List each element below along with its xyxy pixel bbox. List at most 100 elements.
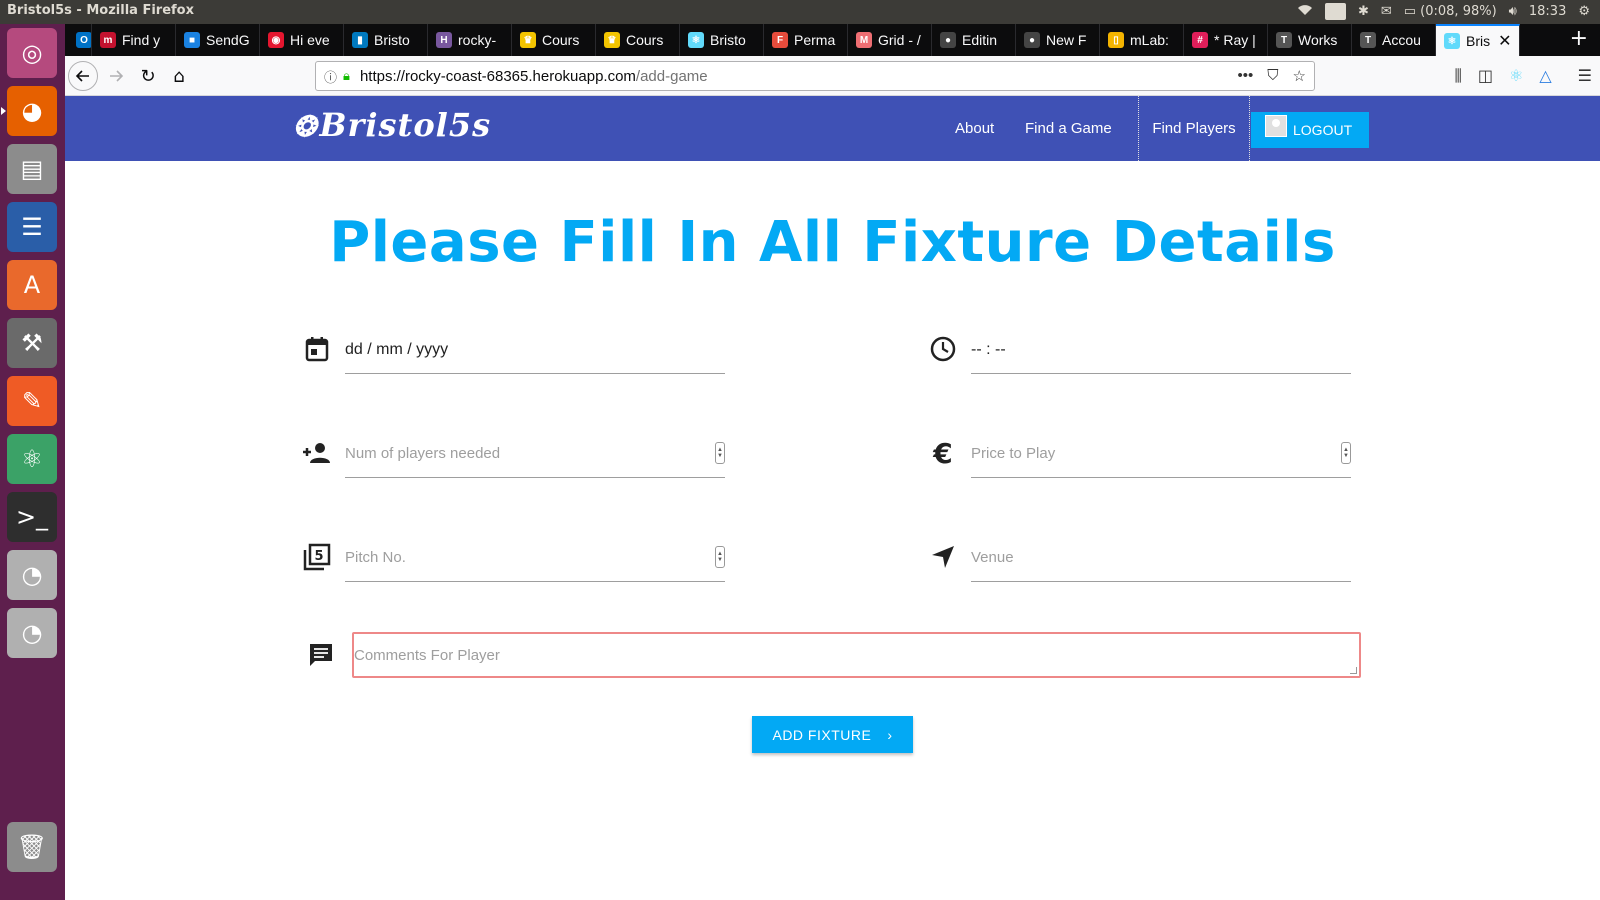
- browser-tab[interactable]: ● New F: [1016, 24, 1100, 56]
- time-field: -- : --: [928, 326, 1358, 376]
- tab-label: SendG: [206, 32, 250, 48]
- tab-label: Find y: [122, 32, 161, 48]
- euro-icon: €: [933, 436, 953, 470]
- postman-icon[interactable]: ✎: [7, 376, 57, 426]
- react-devtools-icon[interactable]: ⚛: [1509, 66, 1523, 86]
- keyboard-layout-indicator[interactable]: En: [1325, 3, 1346, 20]
- browser-tab[interactable]: O: [68, 24, 92, 56]
- tab-favicon-icon: m: [100, 32, 116, 48]
- mail-icon[interactable]: ✉: [1381, 4, 1392, 19]
- settings-gear-icon[interactable]: ⚙: [1578, 4, 1590, 19]
- library-icon[interactable]: ⫼: [1455, 66, 1462, 86]
- ubuntu-launcher: ◎ ◕ ▤ ☰ A ⚒ ✎ ⚛ >_ ◔ ◔ 🗑︎: [0, 24, 65, 900]
- files-icon[interactable]: ▤: [7, 144, 57, 194]
- price-placeholder: Price to Play: [971, 445, 1056, 462]
- nav-link-find-a-game[interactable]: Find a Game: [1025, 96, 1112, 161]
- new-tab-icon[interactable]: +: [1570, 26, 1588, 51]
- disk-icon-1[interactable]: ◔: [7, 550, 57, 600]
- writer-icon[interactable]: ☰: [7, 202, 57, 252]
- extension-icon[interactable]: △: [1539, 66, 1551, 86]
- battery-indicator[interactable]: ▭ (0:08, 98%): [1404, 4, 1497, 19]
- browser-tab[interactable]: Hrocky-: [428, 24, 512, 56]
- tab-favicon-icon: ▮: [352, 32, 368, 48]
- tab-label: Bristo: [710, 32, 746, 48]
- info-icon[interactable]: ⓘ: [324, 67, 337, 86]
- ubuntu-dash-icon[interactable]: ◎: [7, 28, 57, 78]
- home-icon[interactable]: ⌂: [164, 61, 194, 91]
- wifi-icon[interactable]: [1297, 4, 1313, 20]
- logout-button[interactable]: Logout: [1251, 112, 1369, 148]
- browser-tab[interactable]: T Works: [1268, 24, 1352, 56]
- software-center-icon[interactable]: A: [7, 260, 57, 310]
- page-title: Please Fill In All Fixture Details: [329, 210, 1336, 275]
- price-input[interactable]: Price to Play ▲ ▼: [971, 430, 1351, 478]
- browser-tab[interactable]: ⚛ Bristo: [680, 24, 764, 56]
- browser-tab[interactable]: ● Editin: [932, 24, 1016, 56]
- nav-link-find-players[interactable]: Find Players: [1138, 96, 1250, 161]
- players-placeholder: Num of players needed: [345, 445, 501, 462]
- disk-icon-2[interactable]: ◔: [7, 608, 57, 658]
- back-arrow-icon[interactable]: [68, 61, 98, 91]
- trash-icon[interactable]: 🗑︎: [7, 822, 57, 872]
- clock[interactable]: 18:33: [1529, 4, 1566, 19]
- tab-label: Editin: [962, 32, 998, 48]
- browser-tab[interactable]: ■ SendG: [176, 24, 260, 56]
- browser-tab[interactable]: ♛ Cours: [512, 24, 596, 56]
- browser-tab[interactable]: M Grid - /: [848, 24, 932, 56]
- tab-favicon-icon: ●: [940, 32, 956, 48]
- tab-label: rocky-: [458, 32, 497, 48]
- players-field: Num of players needed ▲ ▼: [302, 430, 732, 480]
- date-input[interactable]: dd / mm / yyyy: [345, 326, 725, 374]
- price-spinner[interactable]: ▲ ▼: [1341, 442, 1351, 464]
- url-bar[interactable]: ⓘ 🔒︎ https://rocky-coast-68365.herokuapp…: [315, 61, 1315, 91]
- tab-label: * Ray |: [1214, 32, 1256, 48]
- atom-icon[interactable]: ⚛: [7, 434, 57, 484]
- browser-tab[interactable]: ▯ mLab:: [1100, 24, 1184, 56]
- sidebar-icon[interactable]: ◫: [1478, 66, 1493, 86]
- pitch-spinner[interactable]: ▲ ▼: [715, 546, 725, 568]
- battery-text: (0:08, 98%): [1420, 4, 1497, 19]
- pitch-number-input[interactable]: Pitch No. ▲ ▼: [345, 534, 725, 582]
- bluetooth-icon[interactable]: ✱: [1358, 4, 1369, 19]
- bookmark-star-icon[interactable]: ☆: [1293, 67, 1306, 85]
- comments-textarea[interactable]: Comments For Player: [352, 632, 1361, 678]
- tab-favicon-icon: F: [772, 32, 788, 48]
- browser-tab[interactable]: ▮ Bristo: [344, 24, 428, 56]
- browser-tab[interactable]: ◉ Hi eve: [260, 24, 344, 56]
- browser-tab[interactable]: # * Ray |: [1184, 24, 1268, 56]
- menu-hamburger-icon[interactable]: ☰: [1578, 66, 1592, 86]
- forward-arrow-icon[interactable]: [101, 61, 131, 91]
- system-settings-icon[interactable]: ⚒: [7, 318, 57, 368]
- players-spinner[interactable]: ▲ ▼: [715, 442, 725, 464]
- time-input[interactable]: -- : --: [971, 326, 1351, 374]
- browser-tab[interactable]: ⚛ Bris ✕: [1436, 24, 1520, 56]
- chevron-right-icon: ›: [887, 726, 893, 743]
- add-fixture-button[interactable]: Add Fixture ›: [752, 716, 913, 753]
- tab-favicon-icon: ▯: [1108, 32, 1124, 48]
- tab-label: Cours: [626, 32, 664, 48]
- site-logo[interactable]: ❂Bristol5s: [293, 106, 491, 144]
- page-actions-icon[interactable]: •••: [1238, 67, 1254, 85]
- terminal-icon[interactable]: >_: [7, 492, 57, 542]
- venue-input[interactable]: Venue: [971, 534, 1351, 582]
- browser-tab[interactable]: T Accou: [1352, 24, 1436, 56]
- tab-favicon-icon: ⚛: [1444, 33, 1460, 49]
- url-path: /add-game: [635, 67, 708, 85]
- tab-label: Bristo: [374, 32, 410, 48]
- volume-icon[interactable]: 🔊︎: [1509, 4, 1517, 19]
- logo-text: Bristol5s: [319, 106, 492, 144]
- tab-favicon-icon: H: [436, 32, 452, 48]
- close-tab-icon[interactable]: ✕: [1498, 31, 1511, 51]
- browser-tab[interactable]: m Find y: [92, 24, 176, 56]
- browser-tab[interactable]: F Perma: [764, 24, 848, 56]
- pocket-icon[interactable]: ⛉: [1267, 67, 1278, 85]
- tab-label: Cours: [542, 32, 580, 48]
- tab-favicon-icon: #: [1192, 32, 1208, 48]
- firefox-icon[interactable]: ◕: [1, 86, 57, 136]
- clock-icon: [928, 334, 958, 364]
- nav-link-about[interactable]: About: [955, 96, 994, 161]
- reload-icon[interactable]: ↻: [133, 61, 163, 91]
- browser-tab[interactable]: ♛ Cours: [596, 24, 680, 56]
- pitch-placeholder: Pitch No.: [345, 549, 406, 566]
- players-needed-input[interactable]: Num of players needed ▲ ▼: [345, 430, 725, 478]
